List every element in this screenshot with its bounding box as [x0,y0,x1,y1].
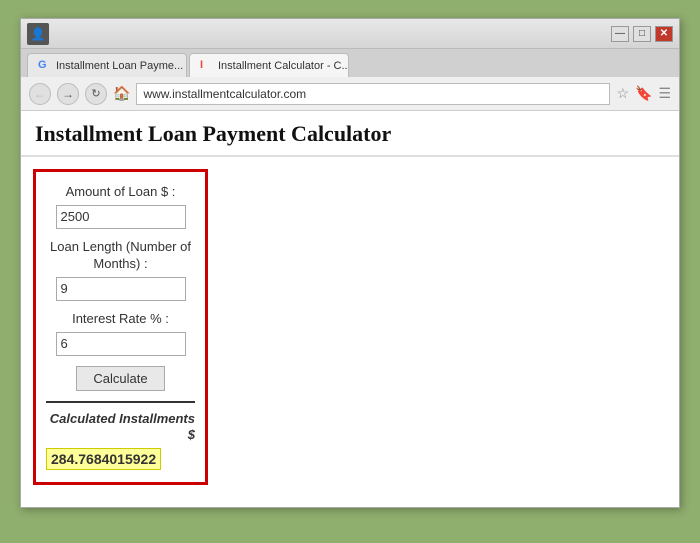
loan-length-label: Loan Length (Number of Months) : [46,239,195,273]
tab-1[interactable]: G Installment Loan Payme... ✕ [27,53,187,77]
tab1-favicon: G [38,59,52,73]
close-button[interactable]: ✕ [655,26,673,42]
calculate-button[interactable]: Calculate [76,366,164,391]
result-label: Calculated Installments $ [46,411,195,445]
address-bar: ← → ↻ 🏠 ☆ 🔖 ☰ [21,77,679,111]
window-controls: — □ ✕ [611,26,673,42]
title-bar: 👤 — □ ✕ [21,19,679,49]
tab2-label: Installment Calculator - C... [218,60,349,72]
amount-field-group: Amount of Loan $ : [46,184,195,229]
tab-bar: G Installment Loan Payme... ✕ I Installm… [21,49,679,77]
amount-label: Amount of Loan $ : [46,184,195,201]
tab1-label: Installment Loan Payme... [56,60,183,72]
home-button[interactable]: 🏠 [113,85,130,102]
calculator-box: Amount of Loan $ : Loan Length (Number o… [33,169,208,485]
maximize-button[interactable]: □ [633,26,651,42]
url-input[interactable] [136,83,610,105]
loan-length-field-group: Loan Length (Number of Months) : [46,239,195,301]
interest-rate-input[interactable] [56,332,186,356]
tab2-favicon: I [200,59,214,73]
tab-2[interactable]: I Installment Calculator - C... ✕ [189,53,349,77]
calculator-section: Amount of Loan $ : Loan Length (Number o… [21,157,679,497]
menu-icon[interactable]: ☰ [658,85,671,102]
star-icon[interactable]: ☆ [616,85,629,102]
loan-length-input[interactable] [56,277,186,301]
interest-rate-label: Interest Rate % : [46,311,195,328]
browser-window: 👤 — □ ✕ G Installment Loan Payme... ✕ I … [20,18,680,508]
page-title: Installment Loan Payment Calculator [35,121,665,147]
page-content: Installment Loan Payment Calculator Amou… [21,111,679,507]
amount-input[interactable] [56,205,186,229]
interest-rate-field-group: Interest Rate % : [46,311,195,356]
forward-button[interactable]: → [57,83,79,105]
page-header: Installment Loan Payment Calculator [21,111,679,157]
bookmark-icon[interactable]: 🔖 [635,85,652,102]
result-value: 284.7684015922 [46,448,161,470]
minimize-button[interactable]: — [611,26,629,42]
back-button[interactable]: ← [29,83,51,105]
refresh-button[interactable]: ↻ [85,83,107,105]
divider [46,401,195,403]
user-icon: 👤 [27,23,49,45]
